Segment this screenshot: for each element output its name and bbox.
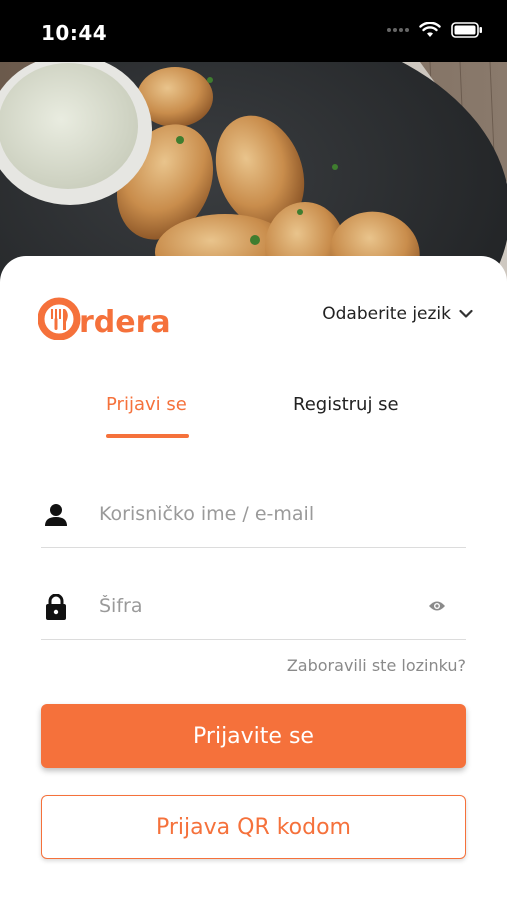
qr-login-button[interactable]: Prijava QR kodom — [41, 795, 466, 859]
language-label: Odaberite jezik — [322, 304, 451, 324]
lock-icon — [46, 594, 66, 620]
tab-login[interactable]: Prijavi se — [106, 394, 187, 415]
auth-tabs: Prijavi se Registruj se — [0, 376, 507, 440]
battery-icon — [451, 22, 482, 38]
eye-icon[interactable] — [428, 600, 446, 612]
wifi-icon — [419, 22, 441, 37]
active-tab-indicator — [106, 434, 189, 438]
status-time: 10:44 — [41, 21, 108, 45]
signal-dots-icon — [387, 28, 409, 32]
language-selector[interactable]: Odaberite jezik — [322, 304, 473, 324]
tab-register[interactable]: Registruj se — [293, 394, 399, 415]
svg-text:rdera: rdera — [79, 305, 171, 340]
password-input[interactable] — [99, 586, 429, 626]
status-bar: 10:44 — [0, 0, 507, 62]
username-input[interactable] — [99, 494, 429, 534]
password-field — [41, 574, 466, 640]
login-button[interactable]: Prijavite se — [41, 704, 466, 768]
forgot-password-link[interactable]: Zaboravili ste lozinku? — [287, 656, 466, 675]
status-icons — [387, 22, 483, 38]
ordera-logo: rdera — [37, 292, 188, 341]
user-icon — [45, 504, 67, 526]
username-field — [41, 482, 466, 548]
login-card: rdera Odaberite jezik Prijavi se Registr… — [0, 256, 507, 900]
chevron-down-icon — [459, 309, 473, 318]
